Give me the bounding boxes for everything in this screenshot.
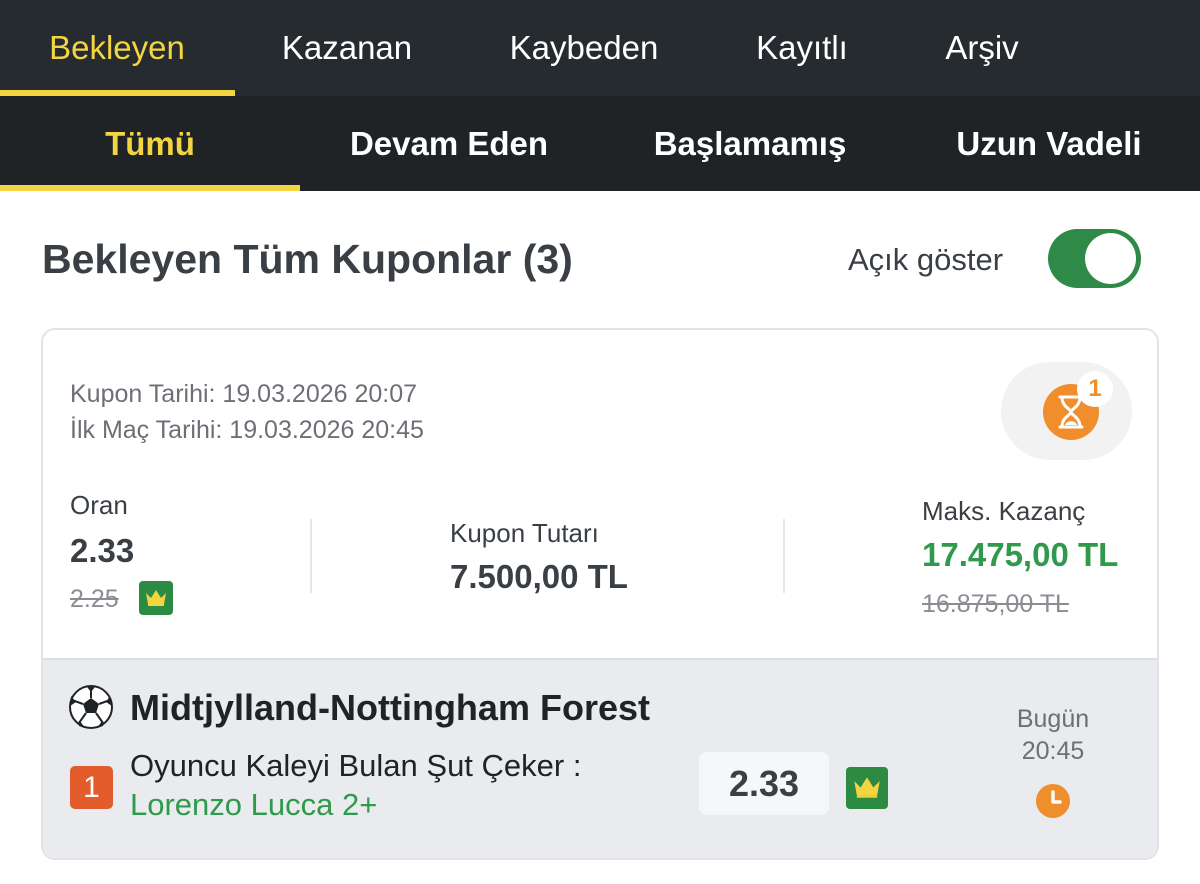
tab-kaybeden[interactable]: Kaybeden (495, 0, 673, 96)
max-win-label: Maks. Kazanç (922, 496, 1086, 526)
filter-tabs: Tümü Devam Eden Başlamamış Uzun Vadeli (0, 96, 1200, 191)
selection-name: Lorenzo Lucca 2+ (130, 787, 378, 822)
first-match-date: İlk Maç Tarihi: 19.03.2026 20:45 (70, 416, 424, 444)
toggle-knob (1085, 233, 1136, 284)
market-name: Oyuncu Kaleyi Bulan Şut Çeker : (130, 748, 582, 783)
match-day: Bugün (1016, 705, 1090, 733)
tab-kazanan[interactable]: Kazanan (268, 0, 426, 96)
match-title: Midtjylland-Nottingham Forest (130, 687, 650, 728)
max-win-old: 16.875,00 TL (922, 590, 1069, 618)
subtab-uzun-vadeli[interactable]: Uzun Vadeli (940, 96, 1158, 191)
tab-arsiv[interactable]: Arşiv (930, 0, 1034, 96)
odds-value: 2.33 (70, 532, 135, 569)
status-tabs: Bekleyen Kazanan Kaybeden Kayıtlı Arşiv (0, 0, 1200, 96)
crown-icon (139, 581, 173, 615)
tab-kayitli[interactable]: Kayıtlı (742, 0, 862, 96)
pending-count-badge: 1 (1077, 371, 1113, 407)
stake-label: Kupon Tutarı (450, 518, 599, 548)
divider (783, 519, 785, 593)
selection-number: 1 (70, 766, 113, 809)
tab-bekleyen[interactable]: Bekleyen (35, 0, 199, 96)
subtab-baslamamis[interactable]: Başlamamış (638, 96, 862, 191)
coupon-date: Kupon Tarihi: 19.03.2026 20:07 (70, 380, 418, 408)
stake-value: 7.500,00 TL (450, 558, 628, 595)
max-win-value: 17.475,00 TL (922, 536, 1119, 573)
clock-icon (1036, 784, 1070, 818)
football-icon (68, 684, 114, 730)
subtab-tumu[interactable]: Tümü (90, 96, 210, 191)
active-subtab-indicator (0, 185, 300, 191)
divider (310, 519, 312, 593)
match-row[interactable]: Midtjylland-Nottingham Forest 1 Oyuncu K… (43, 658, 1157, 858)
subtab-devam-eden[interactable]: Devam Eden (334, 96, 564, 191)
coupon-card[interactable]: Kupon Tarihi: 19.03.2026 20:07 İlk Maç T… (41, 328, 1159, 860)
status-indicator[interactable]: 1 (1001, 362, 1132, 460)
odds-old: 2.25 (70, 585, 119, 613)
selection-odd: 2.33 (699, 752, 829, 815)
page-title: Bekleyen Tüm Kuponlar (3) (42, 236, 573, 282)
toggle-label: Açık göster (848, 242, 1004, 277)
expand-toggle[interactable] (1048, 229, 1141, 288)
crown-icon (846, 767, 888, 809)
odds-label: Oran (70, 490, 128, 520)
match-time: 20:45 (1021, 737, 1085, 765)
